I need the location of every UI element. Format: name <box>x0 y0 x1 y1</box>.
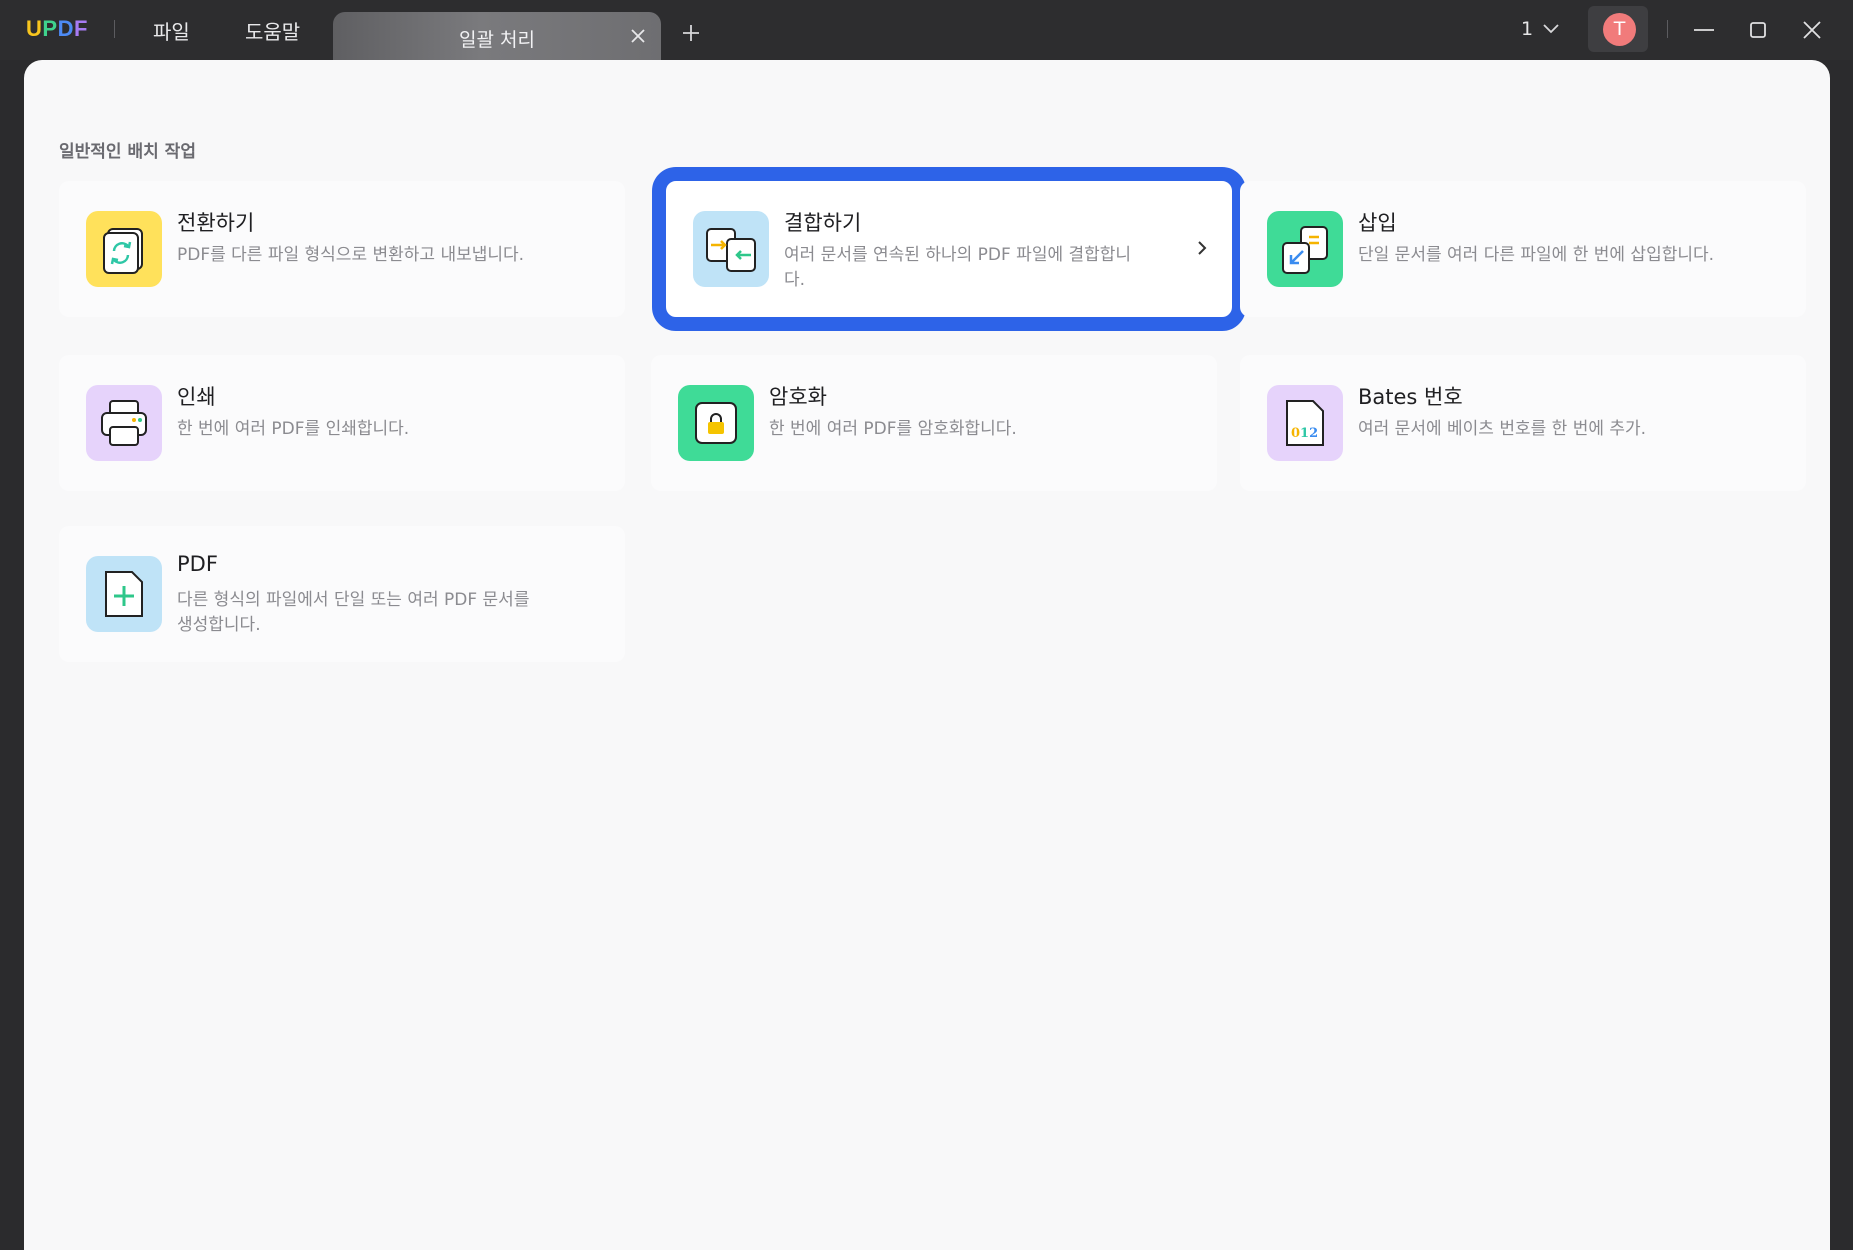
minimize-icon[interactable] <box>1692 18 1716 42</box>
card-description: 여러 문서에 베이츠 번호를 한 번에 추가. <box>1358 419 1647 439</box>
lock-icon <box>678 385 754 461</box>
card-title: 삽입 <box>1358 211 1397 235</box>
card-title: Bates 번호 <box>1358 385 1463 409</box>
card-title: 암호화 <box>769 385 827 409</box>
card-create-pdf[interactable]: PDF 다른 형식의 파일에서 단일 또는 여러 PDF 문서를 생성합니다. <box>59 526 625 662</box>
card-description: 한 번에 여러 PDF를 암호화합니다. <box>769 419 1017 439</box>
maximize-icon[interactable] <box>1746 18 1770 42</box>
printer-icon <box>86 385 162 461</box>
card-description: 여러 문서를 연속된 하나의 PDF 파일에 결합합니다. <box>784 245 1132 290</box>
insert-icon <box>1267 211 1343 287</box>
card-title: 전환하기 <box>177 211 255 235</box>
card-encrypt[interactable]: 암호화 한 번에 여러 PDF를 암호화합니다. <box>651 355 1217 491</box>
convert-icon <box>86 211 162 287</box>
divider <box>1667 20 1668 38</box>
card-bates-number[interactable]: 012 Bates 번호 여러 문서에 베이츠 번호를 한 번에 추가. <box>1240 355 1806 491</box>
divider <box>114 20 115 38</box>
card-combine[interactable]: 결합하기 여러 문서를 연속된 하나의 PDF 파일에 결합합니다. <box>652 167 1246 331</box>
card-title: 결합하기 <box>784 211 862 235</box>
close-icon[interactable] <box>629 27 647 45</box>
chevron-down-icon[interactable] <box>1542 22 1560 36</box>
account-button[interactable]: T <box>1588 6 1648 52</box>
card-convert[interactable]: 전환하기 PDF를 다른 파일 형식으로 변환하고 내보냅니다. <box>59 181 625 317</box>
combine-icon <box>693 211 769 287</box>
card-print[interactable]: 인쇄 한 번에 여러 PDF를 인쇄합니다. <box>59 355 625 491</box>
plus-icon[interactable] <box>680 22 702 44</box>
close-icon[interactable] <box>1800 18 1824 42</box>
menu-help[interactable]: 도움말 <box>245 16 300 45</box>
create-pdf-icon <box>86 556 162 632</box>
avatar: T <box>1603 13 1636 46</box>
section-title: 일반적인 배치 작업 <box>59 142 196 162</box>
menu-file[interactable]: 파일 <box>153 16 190 45</box>
svg-text:012: 012 <box>1291 426 1318 441</box>
tab-batch-processing[interactable]: 일괄 처리 <box>333 12 661 60</box>
card-description: 한 번에 여러 PDF를 인쇄합니다. <box>177 419 410 439</box>
card-title: 인쇄 <box>177 385 216 409</box>
card-title: PDF <box>177 552 218 576</box>
title-bar: UPDF 파일 도움말 일괄 처리 1 T <box>0 0 1853 60</box>
card-insert[interactable]: 삽입 단일 문서를 여러 다른 파일에 한 번에 삽입합니다. <box>1240 181 1806 317</box>
updf-logo: UPDF <box>26 16 88 41</box>
page-selector[interactable]: 1 <box>1521 18 1533 40</box>
card-description: 단일 문서를 여러 다른 파일에 한 번에 삽입합니다. <box>1358 245 1715 265</box>
bates-number-icon: 012 <box>1267 385 1343 461</box>
tab-label: 일괄 처리 <box>459 29 535 51</box>
card-description: PDF를 다른 파일 형식으로 변환하고 내보냅니다. <box>177 245 525 265</box>
main-panel: 일반적인 배치 작업 전환하기 PDF를 다른 파일 형식으로 변환하고 내보냅… <box>24 60 1830 1250</box>
chevron-right-icon <box>1198 241 1207 255</box>
card-description: 다른 형식의 파일에서 단일 또는 여러 PDF 문서를 생성합니다. <box>177 590 530 635</box>
